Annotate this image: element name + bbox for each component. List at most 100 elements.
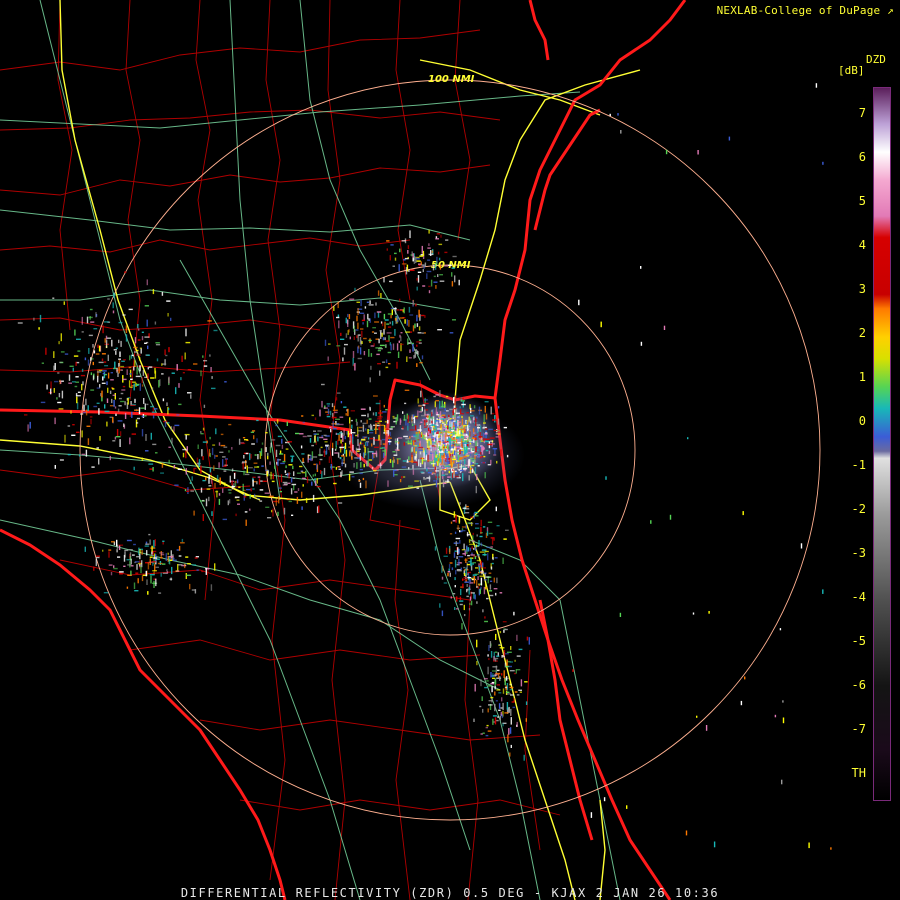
radar-echo-pixel	[422, 285, 426, 287]
radar-echo-pixel	[472, 562, 476, 564]
radar-echo-pixel	[466, 534, 471, 536]
radar-echo-pixel	[352, 444, 354, 453]
radar-echo-pixel	[101, 390, 103, 398]
radar-echo-pixel	[440, 234, 442, 238]
radar-echo-pixel	[403, 259, 406, 261]
radar-echo-pixel	[446, 453, 448, 461]
radar-echo-pixel	[210, 584, 213, 591]
radar-echo-pixel	[152, 570, 157, 572]
radar-echo-pixel	[423, 265, 425, 269]
radar-echo-pixel	[331, 416, 337, 419]
radar-echo-pixel	[158, 592, 162, 594]
radar-echo-pixel	[195, 556, 199, 558]
nexlab-credit[interactable]: NEXLAB-College of DuPage ↗	[717, 4, 894, 17]
radar-echo-pixel	[314, 417, 317, 420]
radar-echo-pixel	[468, 475, 470, 481]
radar-echo-pixel	[474, 594, 476, 600]
legend-tick: -5	[851, 634, 866, 648]
legend-tick: 1	[858, 370, 866, 384]
radar-echo-pixel	[147, 591, 149, 595]
radar-echo-pixel	[256, 419, 259, 422]
radar-echo-pixel	[459, 406, 461, 409]
radar-echo-pixel	[145, 543, 150, 545]
radar-echo-pixel	[113, 349, 117, 351]
legend-tick: TH	[851, 766, 866, 780]
radar-echo-pixel	[291, 514, 294, 516]
radar-echo-pixel	[69, 365, 74, 367]
radar-echo-pixel	[467, 571, 472, 574]
radar-echo-pixel	[446, 410, 449, 412]
radar-echo-pixel	[98, 345, 101, 352]
radar-echo-pixel	[126, 539, 132, 542]
radar-echo-pixel	[494, 415, 496, 423]
radar-echo-pixel	[452, 425, 455, 427]
radar-echo-pixel	[186, 490, 190, 492]
radar-echo-pixel	[63, 301, 65, 305]
radar-echo-pixel	[439, 390, 441, 398]
radar-echo-pixel	[290, 458, 293, 463]
radar-echo-pixel	[469, 578, 472, 582]
radar-echo-pixel	[245, 460, 247, 468]
radar-echo-pixel	[399, 418, 402, 425]
radar-echo-pixel	[464, 614, 466, 617]
radar-echo-pixel	[252, 430, 256, 432]
radar-echo-pixel	[90, 418, 92, 425]
radar-echo-pixel	[650, 520, 652, 524]
radar-echo-pixel	[134, 590, 139, 592]
radar-echo-pixel	[86, 425, 91, 427]
radar-echo-pixel	[96, 371, 102, 373]
radar-echo-pixel	[178, 564, 183, 566]
radar-echo-pixel	[443, 582, 448, 584]
radar-echo-pixel	[416, 350, 418, 354]
radar-echo-pixel	[456, 417, 460, 419]
radar-echo-pixel	[497, 715, 499, 718]
radar-echo-pixel	[170, 426, 173, 431]
radar-echo-pixel	[466, 412, 470, 414]
radar-echo-pixel	[423, 399, 428, 401]
radar-echo-pixel	[421, 457, 424, 465]
radar-echo-pixel	[127, 398, 129, 405]
radar-echo-pixel	[424, 419, 426, 426]
radar-echo-pixel	[228, 450, 230, 453]
radar-echo-pixel	[299, 433, 304, 435]
radar-echo-pixel	[166, 402, 168, 406]
radar-echo-pixel	[380, 439, 382, 445]
radar-echo-pixel	[75, 361, 77, 366]
radar-echo-pixel	[373, 395, 378, 397]
radar-echo-pixel	[252, 476, 256, 478]
radar-echo-pixel	[78, 454, 81, 457]
radar-echo-pixel	[430, 279, 433, 287]
radar-echo-pixel	[258, 478, 261, 485]
radar-echo-pixel	[350, 419, 353, 422]
radar-echo-pixel	[482, 609, 484, 613]
radar-echo-pixel	[323, 467, 326, 476]
radar-echo-pixel	[472, 448, 474, 451]
radar-echo-pixel	[302, 484, 304, 487]
radar-echo-pixel	[425, 451, 427, 456]
radar-echo-pixel	[176, 570, 180, 572]
radar-echo-pixel	[96, 447, 99, 449]
radar-echo-pixel	[383, 404, 385, 408]
radar-echo-pixel	[382, 411, 387, 413]
radar-echo-pixel	[243, 496, 247, 498]
radar-echo-pixel	[146, 403, 149, 406]
radar-echo-pixel	[150, 432, 152, 440]
radar-echo-pixel	[485, 576, 490, 578]
radar-echo-pixel	[467, 577, 472, 579]
radar-echo-pixel	[423, 478, 427, 480]
radar-echo-pixel	[332, 421, 334, 428]
radar-echo-pixel	[609, 113, 611, 116]
radar-echo-pixel	[457, 464, 459, 470]
radar-echo-pixel	[421, 355, 424, 360]
radar-echo-pixel	[400, 336, 402, 342]
radar-echo-pixel	[161, 462, 164, 468]
radar-echo-pixel	[390, 426, 394, 428]
radar-echo-pixel	[469, 547, 472, 552]
radar-echo-pixel	[417, 429, 422, 431]
radar-echo-pixel	[470, 600, 473, 606]
radar-echo-pixel	[501, 697, 503, 702]
radar-echo-pixel	[442, 442, 446, 444]
radar-echo-pixel	[167, 422, 170, 424]
radar-echo-pixel	[514, 659, 516, 662]
radar-echo-pixel	[242, 461, 247, 463]
